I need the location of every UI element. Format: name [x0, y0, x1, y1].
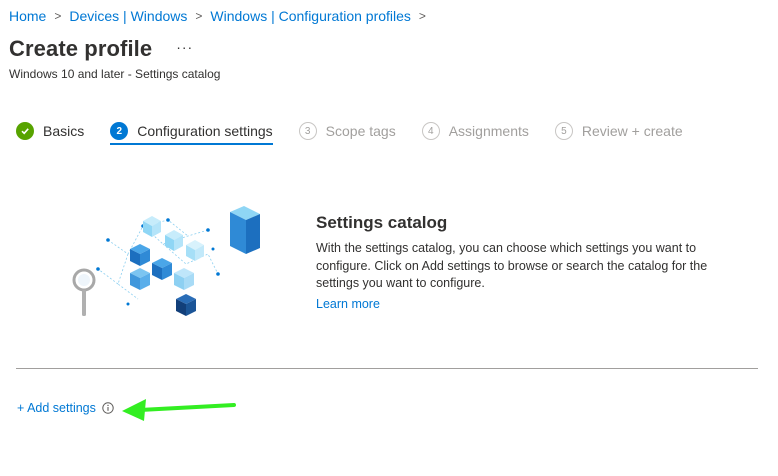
annotation-arrow-icon: [122, 399, 236, 421]
step-configuration-settings[interactable]: 2 Configuration settings: [110, 118, 274, 145]
chevron-right-icon: >: [418, 9, 426, 23]
add-settings-label: + Add settings: [17, 401, 96, 415]
add-settings-button[interactable]: + Add settings: [17, 401, 114, 415]
step-label: Configuration settings: [137, 123, 273, 139]
checkmark-icon: [16, 122, 34, 140]
step-scope-tags[interactable]: 3 Scope tags: [298, 118, 396, 144]
info-icon[interactable]: [102, 402, 114, 414]
breadcrumb-configuration-profiles[interactable]: Windows | Configuration profiles: [210, 8, 411, 24]
step-number: 3: [298, 122, 317, 140]
page-title: Create profile: [9, 36, 153, 61]
chevron-right-icon: >: [54, 9, 62, 23]
divider: [16, 368, 758, 369]
step-label: Assignments: [448, 123, 529, 139]
step-number: 5: [554, 122, 573, 140]
breadcrumb-devices-windows[interactable]: Devices | Windows: [69, 8, 187, 24]
step-assignments[interactable]: 4 Assignments: [421, 118, 529, 144]
step-number: 4: [421, 122, 440, 140]
step-basics[interactable]: Basics: [16, 118, 84, 144]
learn-more-link[interactable]: Learn more: [316, 297, 380, 311]
step-number: 2: [110, 122, 129, 140]
page-subtitle: Windows 10 and later - Settings catalog: [9, 67, 221, 81]
breadcrumb-home[interactable]: Home: [9, 8, 46, 24]
step-label: Review + create: [581, 123, 683, 139]
catalog-title: Settings catalog: [316, 213, 448, 232]
step-review-create[interactable]: 5 Review + create: [554, 118, 683, 144]
step-label: Scope tags: [325, 123, 396, 139]
wizard-steps: Basics 2 Configuration settings 3 Scope …: [16, 118, 709, 145]
settings-catalog-illustration: [72, 206, 260, 316]
chevron-right-icon: >: [195, 9, 203, 23]
title-row: Create profile ···: [9, 36, 193, 62]
breadcrumb: Home > Devices | Windows > Windows | Con…: [9, 8, 434, 24]
ellipsis-icon[interactable]: ···: [176, 39, 193, 55]
catalog-description: With the settings catalog, you can choos…: [316, 241, 708, 290]
step-label: Basics: [43, 123, 85, 139]
